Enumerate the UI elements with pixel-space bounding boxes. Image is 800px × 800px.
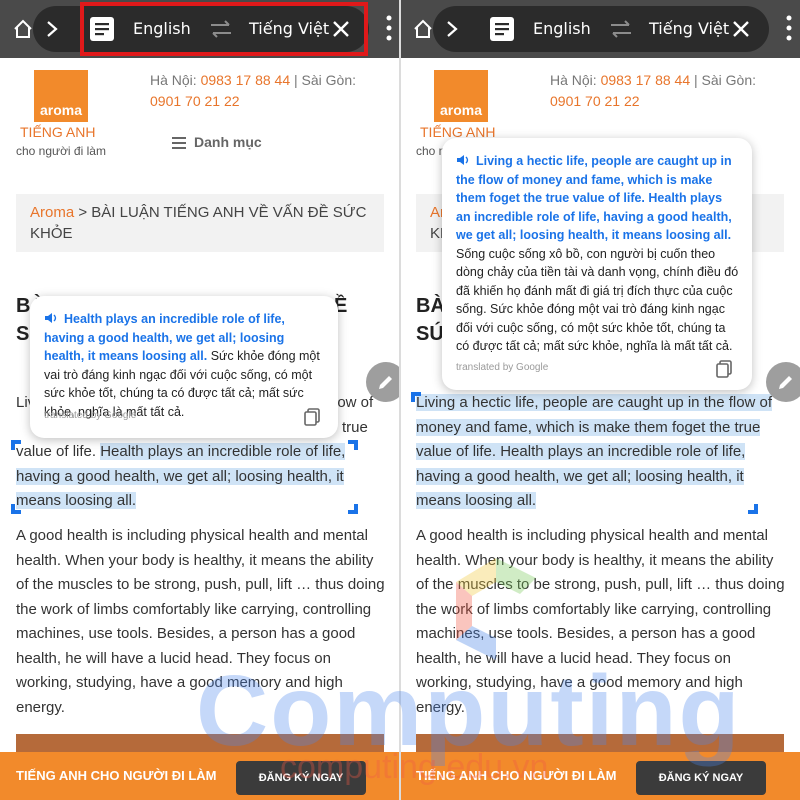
contact-info: Hà Nội: 0983 17 88 44 | Sài Gòn: 0901 70… xyxy=(550,70,790,112)
highlight-box xyxy=(80,2,368,56)
breadcrumb-home[interactable]: Aroma xyxy=(30,204,74,221)
translation-popup: Living a hectic life, people are caught … xyxy=(442,138,752,390)
saigon-label: Sài Gòn: xyxy=(301,72,357,88)
selection-handle-start[interactable] xyxy=(411,392,421,402)
close-icon[interactable] xyxy=(731,19,751,39)
title-fragment-1: BÀ xyxy=(416,295,445,317)
more-menu-icon[interactable] xyxy=(384,14,394,42)
contact-separator: | xyxy=(294,72,298,88)
more-menu-icon[interactable] xyxy=(784,14,794,42)
title-fragment-2: S xyxy=(16,323,30,345)
para1-tail-2: true xyxy=(342,418,368,436)
hanoi-phone[interactable]: 0983 17 88 44 xyxy=(601,72,691,88)
translation-popup: Health plays an incredible role of life,… xyxy=(30,296,338,438)
target-language[interactable]: Tiếng Việt xyxy=(649,18,729,40)
title-fragment-2: SÚ xyxy=(416,323,444,345)
pencil-icon xyxy=(779,376,792,389)
hanoi-phone[interactable]: 0983 17 88 44 xyxy=(201,72,291,88)
hanoi-label: Hà Nội: xyxy=(550,72,597,88)
popup-translation: Sống cuộc sống xô bồ, con người bị cuốn … xyxy=(456,246,739,354)
home-icon[interactable] xyxy=(12,18,34,40)
google-credit: translated by Google xyxy=(44,410,137,421)
translate-toolbar: English Tiếng Việt xyxy=(433,6,769,52)
selection-handle-top-end[interactable] xyxy=(348,440,358,450)
menu-label: Danh mục xyxy=(194,134,262,150)
para1-plain: value of life. xyxy=(16,443,97,460)
logo-word: aroma xyxy=(39,102,83,118)
saigon-phone[interactable]: 0901 70 21 22 xyxy=(550,93,640,109)
google-credit: translated by Google xyxy=(456,362,549,373)
logo-word: aroma xyxy=(439,102,483,118)
copy-icon[interactable] xyxy=(716,360,732,378)
paragraph-1-selection[interactable]: value of life. Health plays an incredibl… xyxy=(16,440,386,514)
edit-button[interactable] xyxy=(366,362,400,402)
breadcrumb-separator: > xyxy=(78,204,88,221)
popup-text: Living a hectic life, people are caught … xyxy=(456,152,740,356)
source-language[interactable]: English xyxy=(533,18,591,40)
menu-button[interactable]: Danh mục xyxy=(172,134,262,150)
saigon-label: Sài Gòn: xyxy=(701,72,757,88)
logo[interactable]: aroma xyxy=(34,70,88,122)
selection-handle-end[interactable] xyxy=(348,504,358,514)
contact-separator: | xyxy=(694,72,698,88)
document-icon[interactable] xyxy=(489,16,515,42)
logo[interactable]: aroma xyxy=(434,70,488,122)
copy-icon[interactable] xyxy=(304,408,320,426)
watermark-logo-icon xyxy=(456,558,536,660)
breadcrumb: Aroma > BÀI LUẬN TIẾNG ANH VỀ VẤN ĐỀ SỨC… xyxy=(16,194,384,252)
chevron-right-icon[interactable] xyxy=(445,20,459,38)
swap-languages-icon[interactable] xyxy=(609,20,633,38)
paragraph-1-selection[interactable]: Living a hectic life, people are caught … xyxy=(416,391,786,514)
contact-info: Hà Nội: 0983 17 88 44 | Sài Gòn: 0901 70… xyxy=(150,70,390,112)
edit-button[interactable] xyxy=(766,362,800,402)
banner-text: TIẾNG ANH CHO NGƯỜI ĐI LÀM xyxy=(16,768,217,783)
hanoi-label: Hà Nội: xyxy=(150,72,197,88)
speaker-icon[interactable] xyxy=(44,312,58,324)
popup-text: Health plays an incredible role of life,… xyxy=(44,310,328,421)
saigon-phone[interactable]: 0901 70 21 22 xyxy=(150,93,240,109)
logo-tagline-2: cho người đi làm xyxy=(16,144,106,158)
logo-tagline-1: TIẾNG ANH xyxy=(20,124,96,140)
selection-handle-start[interactable] xyxy=(11,440,21,450)
selected-text[interactable]: Living a hectic life, people are caught … xyxy=(416,394,773,509)
selection-handle-end[interactable] xyxy=(748,504,758,514)
selection-handle-bottom-start[interactable] xyxy=(11,504,21,514)
hamburger-icon xyxy=(172,137,186,150)
speaker-icon[interactable] xyxy=(456,154,470,166)
watermark-subtext: computing.edu.vn xyxy=(280,748,549,786)
popup-source-text: Living a hectic life, people are caught … xyxy=(456,154,732,242)
para1-tail-1: low of xyxy=(334,394,374,411)
chevron-right-icon[interactable] xyxy=(45,20,59,38)
home-icon[interactable] xyxy=(412,18,434,40)
pencil-icon xyxy=(379,376,392,389)
